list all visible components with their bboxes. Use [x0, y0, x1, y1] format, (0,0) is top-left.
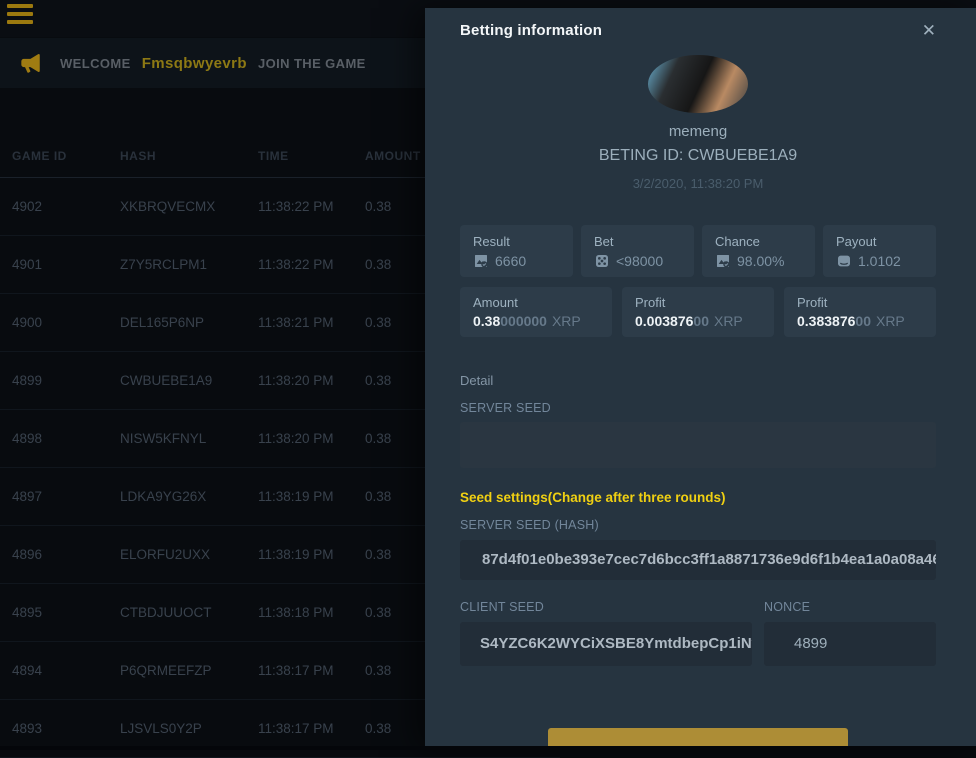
banner-text: WELCOME Fmsqbwyevrb JOIN THE GAME [60, 55, 366, 72]
bet-stats-row: Result 6660 Bet <98000 [460, 225, 936, 277]
amount-box: Amount 0.38000000 XRP [460, 287, 612, 337]
close-icon[interactable]: ✕ [922, 22, 936, 39]
cell-game-id: 4893 [12, 721, 120, 736]
cell-hash: LDKA9YG26X [120, 489, 258, 504]
stat-label: Chance [715, 234, 815, 249]
amount-dim: 00 [855, 313, 871, 329]
bet-datetime: 3/2/2020, 11:38:20 PM [460, 176, 936, 191]
stat-value: 6660 [495, 253, 526, 269]
megaphone-icon [16, 50, 44, 76]
profit-box: Profit 0.00387600 XRP [622, 287, 774, 337]
banner-join: JOIN THE GAME [258, 56, 366, 71]
cell-time: 11:38:22 PM [258, 257, 365, 272]
cell-hash: CTBDJUUOCT [120, 605, 258, 620]
modal-header: Betting information ✕ [460, 22, 936, 39]
cell-game-id: 4902 [12, 199, 120, 214]
stat-label: Payout [836, 234, 936, 249]
banner-username: Fmsqbwyevrb [142, 55, 247, 72]
cell-hash: DEL165P6NP [120, 315, 258, 330]
cell-hash: XKBRQVECMX [120, 199, 258, 214]
cell-game-id: 4897 [12, 489, 120, 504]
chart-check-icon [715, 253, 731, 269]
cell-time: 11:38:20 PM [258, 431, 365, 446]
amount-currency: XRP [714, 313, 743, 329]
stat-value: 98.00% [737, 253, 784, 269]
user-avatar[interactable] [648, 55, 748, 113]
amount-label: Profit [797, 295, 936, 310]
profit-total-box: Profit 0.38387600 XRP [784, 287, 936, 337]
stat-result: Result 6660 [460, 225, 573, 277]
cell-game-id: 4900 [12, 315, 120, 330]
chart-check-icon [473, 253, 489, 269]
amount-label: Amount [473, 295, 612, 310]
cell-time: 11:38:22 PM [258, 199, 365, 214]
nonce-label: NONCE [764, 600, 936, 614]
cell-game-id: 4894 [12, 663, 120, 678]
cell-game-id: 4898 [12, 431, 120, 446]
betting-information-modal: Betting information ✕ memeng BETING ID: … [425, 8, 976, 750]
cell-game-id: 4899 [12, 373, 120, 388]
amount-currency: XRP [876, 313, 905, 329]
username: memeng [460, 123, 936, 140]
cell-game-id: 4896 [12, 547, 120, 562]
stat-payout: Payout 1.0102 [823, 225, 936, 277]
amount-dim: 000000 [500, 313, 547, 329]
banner-welcome: WELCOME [60, 56, 131, 71]
bet-amounts-row: Amount 0.38000000XRP Profit 0.00387600XR… [460, 287, 936, 337]
amount-strong: 0.383876 [797, 313, 855, 329]
detail-section-label: Detail [460, 373, 936, 388]
client-seed-field[interactable]: S4YZC6K2WYCiXSBE8YmtdbepCp1iNwz [460, 622, 752, 666]
stat-value: <98000 [616, 253, 663, 269]
cell-time: 11:38:17 PM [258, 663, 365, 678]
cell-time: 11:38:21 PM [258, 315, 365, 330]
col-header-time: TIME [258, 149, 365, 163]
cell-game-id: 4901 [12, 257, 120, 272]
cell-time: 11:38:19 PM [258, 547, 365, 562]
cell-game-id: 4895 [12, 605, 120, 620]
server-seed-hash-label: SERVER SEED (HASH) [460, 518, 936, 532]
cell-hash: P6QRMEEFZP [120, 663, 258, 678]
cell-time: 11:38:19 PM [258, 489, 365, 504]
amount-dim: 00 [693, 313, 709, 329]
server-seed-field[interactable] [460, 422, 936, 468]
bottom-edge [0, 746, 976, 750]
modal-title: Betting information [460, 22, 602, 39]
col-header-game-id: GAME ID [12, 149, 120, 163]
dice-icon [594, 253, 610, 269]
stat-chance: Chance 98.00% [702, 225, 815, 277]
stat-value: 1.0102 [858, 253, 901, 269]
cell-hash: CWBUEBE1A9 [120, 373, 258, 388]
seed-settings-heading: Seed settings(Change after three rounds) [460, 490, 936, 505]
stat-bet: Bet <98000 [581, 225, 694, 277]
amount-label: Profit [635, 295, 774, 310]
coin-icon [836, 253, 852, 269]
nonce-field[interactable]: 4899 [764, 622, 936, 666]
server-seed-hash-field[interactable]: 87d4f01e0be393e7cec7d6bcc3ff1a8871736e9d… [460, 540, 936, 580]
hamburger-menu-icon[interactable] [7, 4, 41, 32]
amount-strong: 0.38 [473, 313, 500, 329]
cell-time: 11:38:17 PM [258, 721, 365, 736]
stat-label: Result [473, 234, 573, 249]
client-seed-label: CLIENT SEED [460, 600, 752, 614]
cell-time: 11:38:20 PM [258, 373, 365, 388]
server-seed-label: SERVER SEED [460, 401, 936, 415]
col-header-hash: HASH [120, 149, 258, 163]
cell-hash: Z7Y5RCLPM1 [120, 257, 258, 272]
client-seed-row: CLIENT SEED S4YZC6K2WYCiXSBE8YmtdbepCp1i… [460, 600, 936, 666]
amount-strong: 0.003876 [635, 313, 693, 329]
amount-currency: XRP [552, 313, 581, 329]
stat-label: Bet [594, 234, 694, 249]
cell-hash: LJSVLS0Y2P [120, 721, 258, 736]
betting-id: BETING ID: CWBUEBE1A9 [460, 147, 936, 165]
cell-hash: NISW5KFNYL [120, 431, 258, 446]
cell-time: 11:38:18 PM [258, 605, 365, 620]
cell-hash: ELORFU2UXX [120, 547, 258, 562]
